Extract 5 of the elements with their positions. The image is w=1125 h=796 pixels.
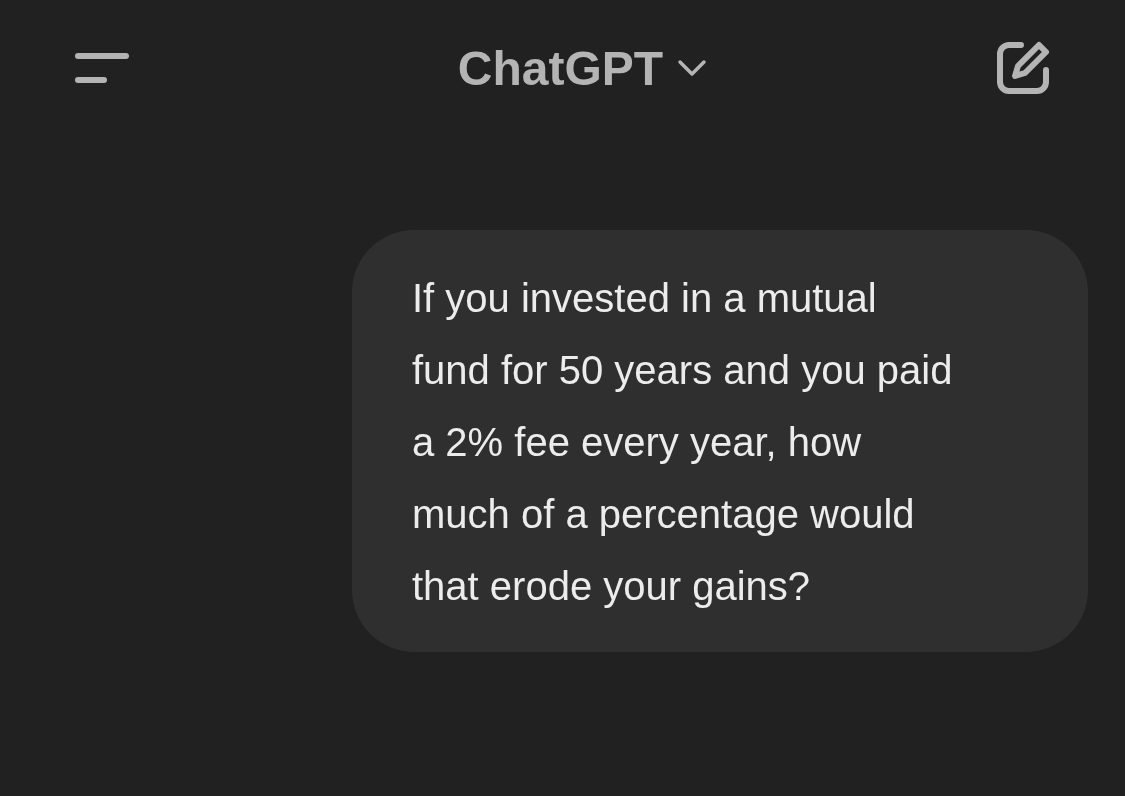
message-text: If you invested in a mutual fund for 50 years and you paid a 2% fee every year, how much of a percentage would that erode your gains? [412, 275, 954, 610]
menu-icon [74, 52, 130, 84]
edit-icon [995, 40, 1051, 96]
chevron-down-icon [677, 59, 708, 77]
model-selector[interactable]: ChatGPT [457, 40, 708, 96]
